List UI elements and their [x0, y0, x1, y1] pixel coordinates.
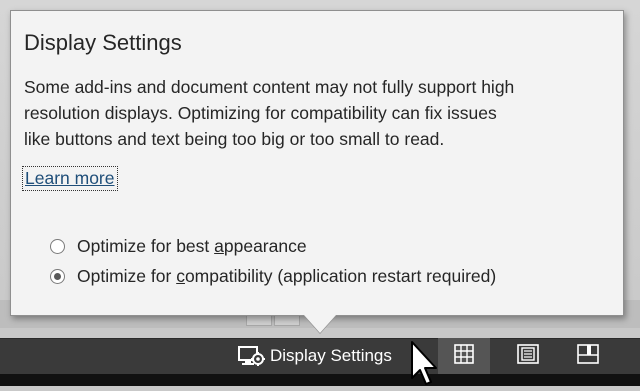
display-settings-icon: [238, 344, 266, 368]
display-settings-label: Display Settings: [270, 346, 392, 365]
page-layout-icon: [517, 343, 539, 369]
page-break-preview-icon: [577, 343, 599, 369]
normal-view-button[interactable]: [438, 338, 490, 374]
learn-more-link[interactable]: Learn more: [22, 166, 118, 191]
mouse-pointer-icon: [410, 340, 440, 386]
radio-best-appearance[interactable]: [50, 239, 65, 254]
option-best-appearance[interactable]: Optimize for best appearance: [50, 236, 307, 257]
popup-pointer: [304, 315, 336, 333]
page-layout-button[interactable]: [502, 338, 554, 374]
option-label: Optimize for compatibility (application …: [77, 266, 497, 286]
option-compatibility[interactable]: Optimize for compatibility (application …: [50, 266, 496, 287]
description-line: like buttons and text being too big or t…: [24, 129, 445, 149]
taskbar-strip: [0, 374, 640, 386]
description-line: resolution displays. Optimizing for comp…: [24, 103, 497, 123]
popup-title: Display Settings: [24, 30, 182, 55]
popup-description: Some add-ins and document content may no…: [24, 74, 604, 152]
radio-compatibility[interactable]: [50, 269, 65, 284]
option-label: Optimize for best appearance: [77, 236, 307, 256]
display-settings-button[interactable]: Display Settings: [232, 338, 408, 374]
page-break-preview-button[interactable]: [562, 338, 614, 374]
normal-view-icon: [454, 343, 474, 369]
description-line: Some add-ins and document content may no…: [24, 77, 515, 97]
